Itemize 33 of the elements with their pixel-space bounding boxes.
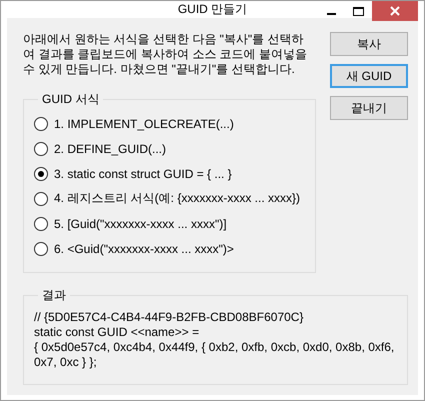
option-label: 5. [Guid("xxxxxxx-xxxx ... xxxx")] xyxy=(54,216,227,230)
instruction-text: 아래에서 원하는 서식을 선택한 다음 "복사"를 선택하여 결과를 클립보드에 복사하여 소스 코드에 붙여넣을 수 있게 만듭니다. 마쳤으면 "끝내기"를 선택합니다. xyxy=(23,32,308,77)
radio-option[interactable]: 3. static const struct GUID = { ... } xyxy=(34,164,307,183)
option-label: 6. <Guid("xxxxxxx-xxxx ... xxxx")> xyxy=(54,242,234,256)
group-title: GUID 서식 xyxy=(41,91,100,108)
radio-button[interactable] xyxy=(34,166,48,180)
maximize-icon xyxy=(353,6,364,16)
dialog-button[interactable]: 끝내기 xyxy=(330,96,408,120)
result-line: // {5D0E57C4-C4B4-44F9-B2FB-CBD08BF6070C} xyxy=(34,310,304,325)
dialog-button[interactable]: 복사 xyxy=(330,32,408,56)
result-line: static const GUID <<name>> = xyxy=(34,325,200,340)
radio-button[interactable] xyxy=(34,142,48,156)
window-title: GUID 만들기 xyxy=(178,1,248,18)
radio-button[interactable] xyxy=(34,242,48,256)
option-label: 3. static const struct GUID = { ... } xyxy=(54,166,232,180)
radio-button[interactable] xyxy=(34,216,48,230)
radio-option[interactable]: 4. 레지스트리 서식(예: {xxxxxxx-xxxx ... xxxx}) xyxy=(34,189,307,208)
radio-option[interactable]: 6. <Guid("xxxxxxx-xxxx ... xxxx")> xyxy=(34,239,307,258)
radio-button[interactable] xyxy=(34,192,48,206)
option-label: 4. 레지스트리 서식(예: {xxxxxxx-xxxx ... xxxx}) xyxy=(54,190,300,207)
close-icon xyxy=(390,6,400,16)
result-line: 0x7, 0xc } }; xyxy=(34,355,98,370)
close-button[interactable] xyxy=(372,1,418,21)
radio-option[interactable]: 5. [Guid("xxxxxxx-xxxx ... xxxx")] xyxy=(34,214,307,233)
minimize-icon xyxy=(327,13,336,15)
radio-button[interactable] xyxy=(34,116,48,130)
radio-option[interactable]: 1. IMPLEMENT_OLECREATE(...) xyxy=(34,114,307,133)
dialog-button[interactable]: 새 GUID xyxy=(330,64,408,88)
option-label: 2. DEFINE_GUID(...) xyxy=(54,142,166,156)
option-label: 1. IMPLEMENT_OLECREATE(...) xyxy=(54,116,234,130)
radio-option[interactable]: 2. DEFINE_GUID(...) xyxy=(34,139,307,158)
result-line: { 0x5d0e57c4, 0xc4b4, 0x44f9, { 0xb2, 0xfb, 0xcb, 0xd0, 0x8b, 0xf6, xyxy=(34,340,396,355)
group-title: 결과 xyxy=(41,287,67,304)
